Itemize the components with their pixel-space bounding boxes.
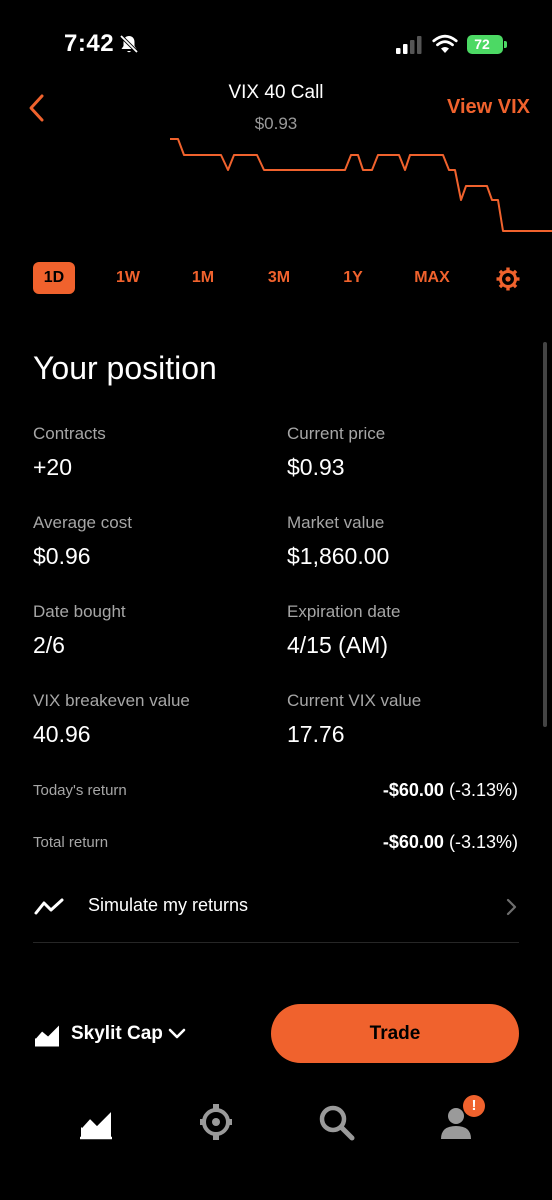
total-return-percent: (-3.13%) (448, 832, 518, 852)
tab-1m[interactable]: 1M (183, 262, 223, 294)
vix-breakeven-label: VIX breakeven value (33, 691, 190, 710)
simulate-returns-row[interactable]: Simulate my returns (33, 884, 519, 930)
todays-return-label: Today's return (33, 782, 127, 799)
status-bar: 7:42 72 (0, 0, 552, 80)
price-line (170, 138, 552, 232)
todays-return-value: -$60.00 (-3.13%) (383, 780, 518, 801)
date-bought-label: Date bought (33, 602, 126, 621)
contracts-label: Contracts (33, 424, 106, 443)
battery-tip (504, 41, 507, 48)
tab-max[interactable]: MAX (408, 262, 456, 294)
contract-title: VIX 40 Call (228, 82, 324, 103)
current-price-value: $0.93 (287, 454, 345, 480)
market-value-label: Market value (287, 513, 385, 532)
back-arrow-icon[interactable] (22, 88, 56, 128)
todays-return-amount: -$60.00 (382, 780, 444, 800)
account-name: Skylit Cap (71, 1023, 163, 1044)
wifi-icon (432, 34, 458, 53)
market-value-value: $1,860.00 (287, 543, 390, 569)
price-chart[interactable] (0, 130, 552, 240)
vix-breakeven-value: 40.96 (33, 721, 91, 747)
expiration-date-value: 4/15 (AM) (287, 632, 388, 658)
battery-icon: 72 (467, 35, 507, 54)
chevron-down-icon (168, 1028, 186, 1039)
status-time: 7:42 (64, 30, 115, 57)
tab-1d[interactable]: 1D (33, 262, 75, 294)
todays-return-percent: (-3.13%) (448, 780, 518, 800)
battery-level: 72 (474, 36, 490, 52)
expiration-date-label: Expiration date (287, 602, 401, 621)
trend-line-icon (34, 898, 64, 915)
total-return-label: Total return (33, 834, 109, 851)
account-selector[interactable]: Skylit Cap (33, 1016, 203, 1054)
range-tabs: 1D 1W 1M 3M 1Y MAX (0, 262, 552, 296)
tab-1y[interactable]: 1Y (333, 262, 373, 294)
average-cost-value: $0.96 (33, 543, 91, 569)
total-return-amount: -$60.00 (382, 832, 444, 852)
chart-settings-gear-icon[interactable] (495, 266, 521, 292)
date-bought-value: 2/6 (33, 632, 65, 658)
cellular-signal-icon (396, 36, 422, 54)
account-chart-icon (34, 1023, 60, 1047)
current-price-label: Current price (287, 424, 386, 443)
tab-1w[interactable]: 1W (108, 262, 148, 294)
view-vix-link[interactable]: View VIX (447, 96, 530, 119)
current-vix-value: 17.76 (287, 721, 345, 747)
divider (33, 942, 519, 943)
total-return-value: -$60.00 (-3.13%) (383, 832, 518, 853)
simulate-returns-label: Simulate my returns (88, 895, 249, 915)
chevron-right-icon (506, 898, 517, 916)
search-icon[interactable] (316, 1102, 356, 1142)
investing-icon[interactable] (76, 1102, 116, 1142)
crypto-icon[interactable] (196, 1102, 236, 1142)
bell-slash-icon (119, 34, 139, 54)
average-cost-label: Average cost (33, 513, 132, 532)
current-vix-label: Current VIX value (287, 691, 422, 710)
notification-badge: ! (463, 1095, 485, 1117)
contracts-value: +20 (33, 454, 73, 480)
trade-button[interactable]: Trade (271, 1004, 519, 1063)
scrollbar[interactable] (543, 342, 547, 727)
your-position-heading: Your position (33, 350, 217, 386)
tab-3m[interactable]: 3M (258, 262, 300, 294)
